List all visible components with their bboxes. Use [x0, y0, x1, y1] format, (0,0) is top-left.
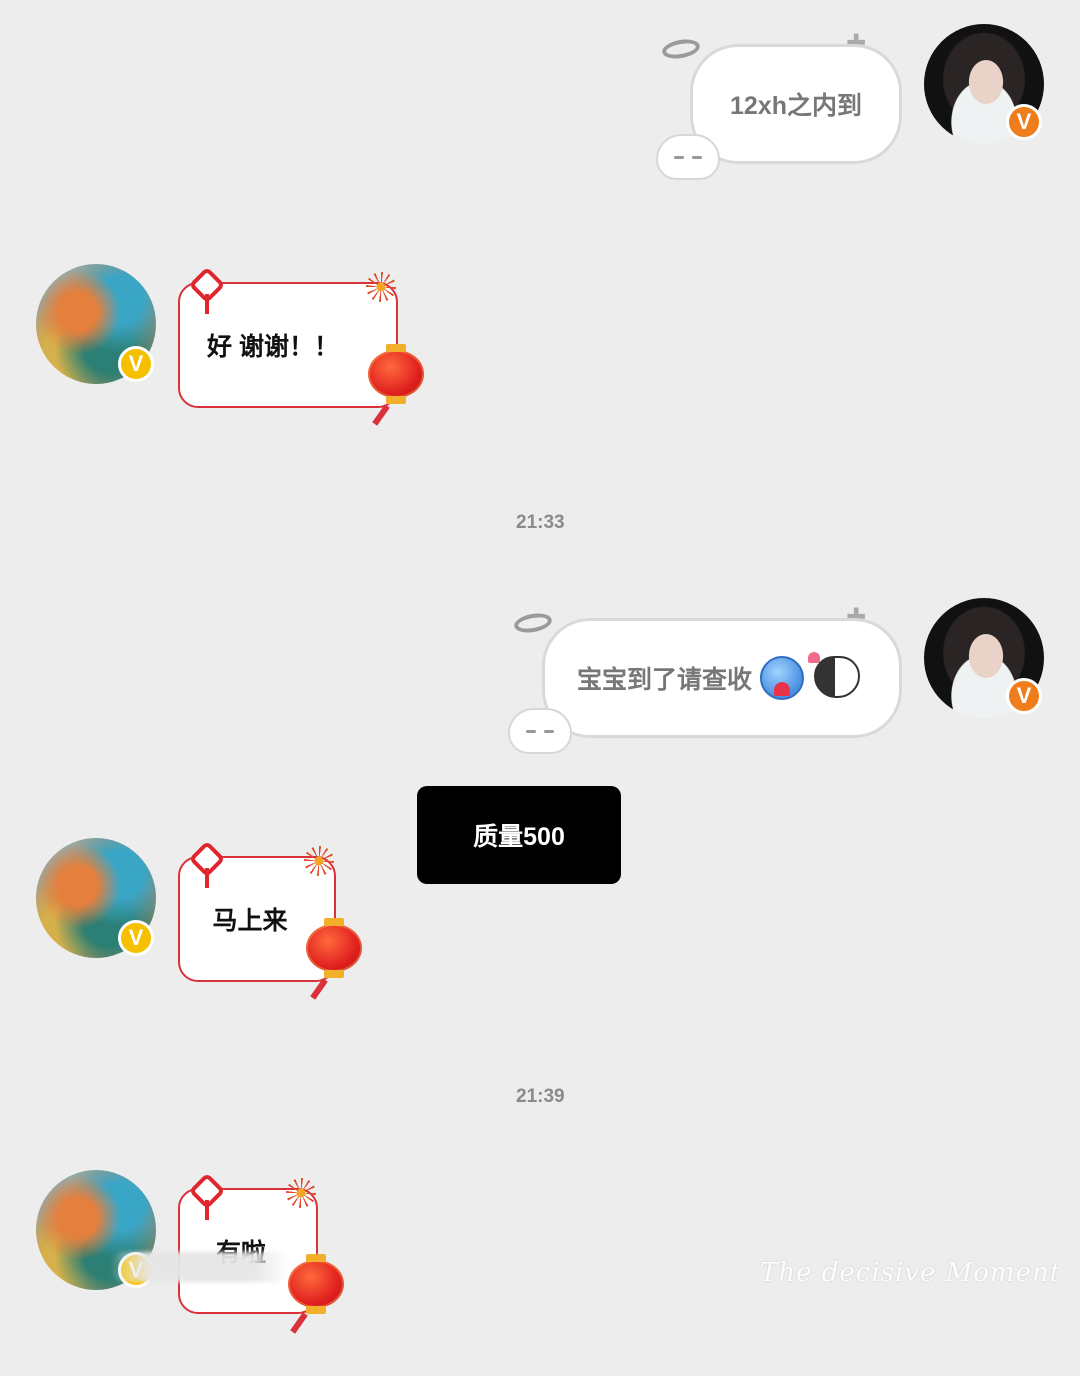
- message-row-4: V 马上来: [0, 830, 1080, 1010]
- cat-face-icon: [656, 134, 720, 180]
- message-text: 好 谢谢！！: [207, 333, 339, 361]
- blur-overlay: [110, 1252, 290, 1282]
- message-row-3: V ✚ 宝宝到了请查收: [0, 590, 1080, 760]
- firework-icon: [366, 272, 396, 302]
- message-text: 马上来: [212, 907, 288, 935]
- cat-face-icon: [508, 708, 572, 754]
- verified-badge-icon: V: [118, 346, 154, 382]
- verified-badge-icon: V: [118, 920, 154, 956]
- watermark: The decisive Moment: [760, 1258, 1062, 1288]
- verified-badge-icon: V: [1006, 104, 1042, 140]
- message-bubble[interactable]: 12xh之内到: [690, 44, 902, 164]
- message-row-1: V ✚ 12xh之内到: [0, 0, 1080, 200]
- halo-icon: [512, 610, 554, 636]
- message-row-2: V 好 谢谢！！: [0, 250, 1080, 450]
- knot-tail: [205, 294, 209, 314]
- firework-icon: [304, 846, 334, 876]
- lantern-icon: [368, 344, 424, 404]
- cat-heart-emoji: [814, 656, 860, 698]
- knot-tail: [205, 1200, 209, 1220]
- message-text: 宝宝到了请查收: [577, 666, 753, 694]
- heart-icon: [774, 682, 790, 696]
- lantern-icon: [306, 918, 362, 978]
- message-bubble[interactable]: 好 谢谢！！: [178, 282, 398, 408]
- firework-icon: [286, 1178, 316, 1208]
- tassel-icon: [290, 1312, 308, 1334]
- timestamp: 21:33: [516, 512, 565, 533]
- timestamp: 21:39: [516, 1086, 565, 1107]
- heart-icon: [808, 652, 820, 663]
- lantern-icon: [288, 1254, 344, 1314]
- verified-badge-icon: V: [1006, 678, 1042, 714]
- halo-icon: [660, 36, 702, 62]
- knot-tail: [205, 868, 209, 888]
- message-text: 12xh之内到: [730, 92, 862, 120]
